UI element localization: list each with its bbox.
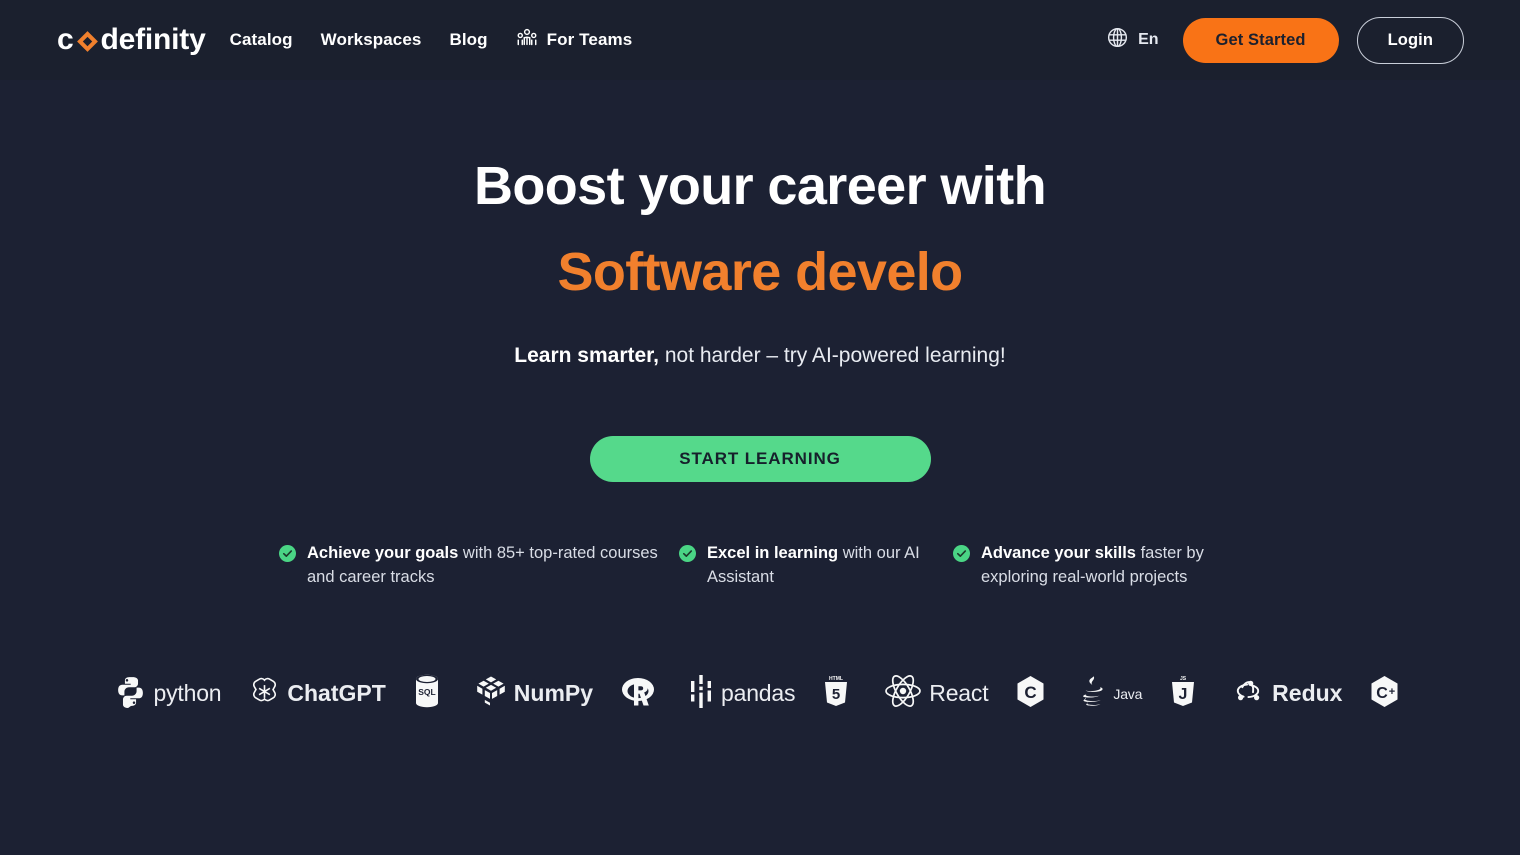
language-selector[interactable]: En bbox=[1106, 26, 1159, 54]
svg-text:JS: JS bbox=[1180, 676, 1187, 682]
html5-icon: HTML 5 bbox=[823, 674, 849, 713]
hero-title: Boost your career with Software develo bbox=[0, 159, 1520, 299]
react-icon bbox=[884, 674, 922, 713]
redux-icon bbox=[1231, 675, 1265, 713]
hero-title-line2: Software develo bbox=[557, 242, 963, 302]
tech-logo-redux: Redux bbox=[1231, 675, 1342, 713]
tech-logo-pandas: pandas bbox=[690, 674, 796, 713]
start-learning-button[interactable]: START LEARNING bbox=[589, 436, 931, 483]
cpp-icon: C + bbox=[1370, 675, 1399, 713]
nav-link-catalog[interactable]: Catalog bbox=[230, 30, 293, 50]
svg-text:5: 5 bbox=[832, 686, 840, 703]
tech-logo-pandas-label: pandas bbox=[721, 680, 796, 707]
svg-text:C: C bbox=[1025, 683, 1037, 702]
tech-logo-python-label: python bbox=[153, 680, 222, 707]
feature-item-excel-learning-text: Excel in learning with our AI Assistant bbox=[707, 542, 953, 590]
c-lang-icon: C bbox=[1016, 675, 1045, 713]
language-label: En bbox=[1138, 31, 1159, 48]
feature-bold-2: Advance your skills bbox=[981, 544, 1136, 563]
tech-logo-java-label: Java bbox=[1113, 685, 1143, 702]
hero-section: Boost your career with Software develo L… bbox=[0, 80, 1520, 713]
openai-icon bbox=[249, 676, 280, 712]
python-icon bbox=[114, 675, 147, 713]
tech-logo-html5: HTML 5 bbox=[823, 674, 856, 713]
svg-text:HTML: HTML bbox=[829, 676, 843, 682]
check-circle-icon bbox=[279, 545, 296, 567]
nav-link-blog[interactable]: Blog bbox=[449, 30, 487, 50]
javascript-icon: JS J bbox=[1170, 674, 1196, 713]
svg-text:+: + bbox=[1389, 686, 1395, 698]
brand-logo[interactable]: c definity bbox=[57, 23, 206, 57]
tech-logo-chatgpt: ChatGPT bbox=[249, 676, 386, 712]
hero-cta-wrapper: START LEARNING bbox=[0, 436, 1520, 483]
svg-text:SQL: SQL bbox=[418, 687, 435, 697]
primary-nav: Catalog Workspaces Blog For Teams bbox=[230, 28, 633, 53]
nav-link-catalog-label: Catalog bbox=[229, 30, 293, 49]
nav-link-for-teams[interactable]: For Teams bbox=[516, 28, 633, 53]
feature-item-achieve-goals-text: Achieve your goals with 85+ top-rated co… bbox=[307, 542, 679, 590]
tech-logo-numpy-label: NumPy bbox=[513, 680, 594, 707]
people-group-icon bbox=[516, 28, 538, 53]
hero-subtitle: Learn smarter, not harder – try AI-power… bbox=[0, 342, 1520, 369]
check-circle-icon bbox=[679, 545, 696, 567]
site-header: c definity Catalog Workspaces Blog For T… bbox=[0, 0, 1520, 80]
tech-logo-java: Java bbox=[1080, 675, 1142, 713]
check-circle-icon bbox=[953, 545, 970, 567]
sql-icon: SQL bbox=[414, 674, 440, 713]
nav-link-for-teams-label: For Teams bbox=[546, 30, 633, 49]
tech-logo-redux-label: Redux bbox=[1272, 680, 1343, 707]
svg-text:C: C bbox=[1377, 685, 1389, 702]
brand-logo-suffix: definity bbox=[100, 23, 206, 56]
feature-bold-0: Achieve your goals bbox=[307, 544, 459, 563]
svg-text:J: J bbox=[1179, 686, 1188, 703]
feature-list: Achieve your goals with 85+ top-rated co… bbox=[0, 542, 1520, 590]
hero-title-line1: Boost your career with bbox=[474, 156, 1047, 216]
tech-logo-cpp: C + bbox=[1370, 675, 1406, 713]
nav-link-workspaces[interactable]: Workspaces bbox=[321, 30, 422, 50]
nav-link-workspaces-label: Workspaces bbox=[320, 30, 422, 49]
feature-item-achieve-goals: Achieve your goals with 85+ top-rated co… bbox=[279, 542, 679, 590]
tech-logo-sql: SQL bbox=[414, 674, 447, 713]
nav-link-blog-label: Blog bbox=[449, 30, 488, 49]
diamond-icon bbox=[75, 29, 100, 54]
r-lang-icon bbox=[621, 676, 655, 712]
tech-logo-chatgpt-label: ChatGPT bbox=[287, 680, 386, 707]
feature-item-advance-skills-text: Advance your skills faster by exploring … bbox=[981, 542, 1243, 590]
feature-item-advance-skills: Advance your skills faster by exploring … bbox=[953, 542, 1243, 590]
header-right-group: En Get Started Login bbox=[1106, 16, 1464, 64]
brand-logo-prefix: c bbox=[57, 23, 74, 56]
tech-logo-javascript: JS J bbox=[1170, 674, 1203, 713]
feature-item-excel-learning: Excel in learning with our AI Assistant bbox=[679, 542, 953, 590]
java-icon bbox=[1080, 675, 1106, 713]
pandas-icon bbox=[690, 674, 714, 713]
globe-icon bbox=[1106, 26, 1129, 54]
tech-logo-react-label: React bbox=[929, 680, 989, 707]
tech-logo-numpy: NumPy bbox=[475, 675, 593, 712]
numpy-icon bbox=[475, 675, 507, 712]
feature-bold-1: Excel in learning bbox=[707, 544, 839, 563]
tech-logo-r bbox=[621, 676, 662, 712]
header-left-group: c definity Catalog Workspaces Blog For T… bbox=[57, 23, 632, 57]
hero-subtitle-rest: not harder – try AI-powered learning! bbox=[659, 344, 1006, 367]
tech-logo-python: python bbox=[114, 675, 222, 713]
tech-logo-c: C bbox=[1016, 675, 1052, 713]
hero-subtitle-bold: Learn smarter, bbox=[514, 344, 660, 367]
get-started-button[interactable]: Get Started bbox=[1182, 17, 1339, 63]
technology-logo-strip: python ChatGPT SQL NumPy pandas HTML 5 R… bbox=[0, 674, 1520, 713]
login-button[interactable]: Login bbox=[1356, 16, 1464, 64]
tech-logo-react: React bbox=[884, 674, 989, 713]
